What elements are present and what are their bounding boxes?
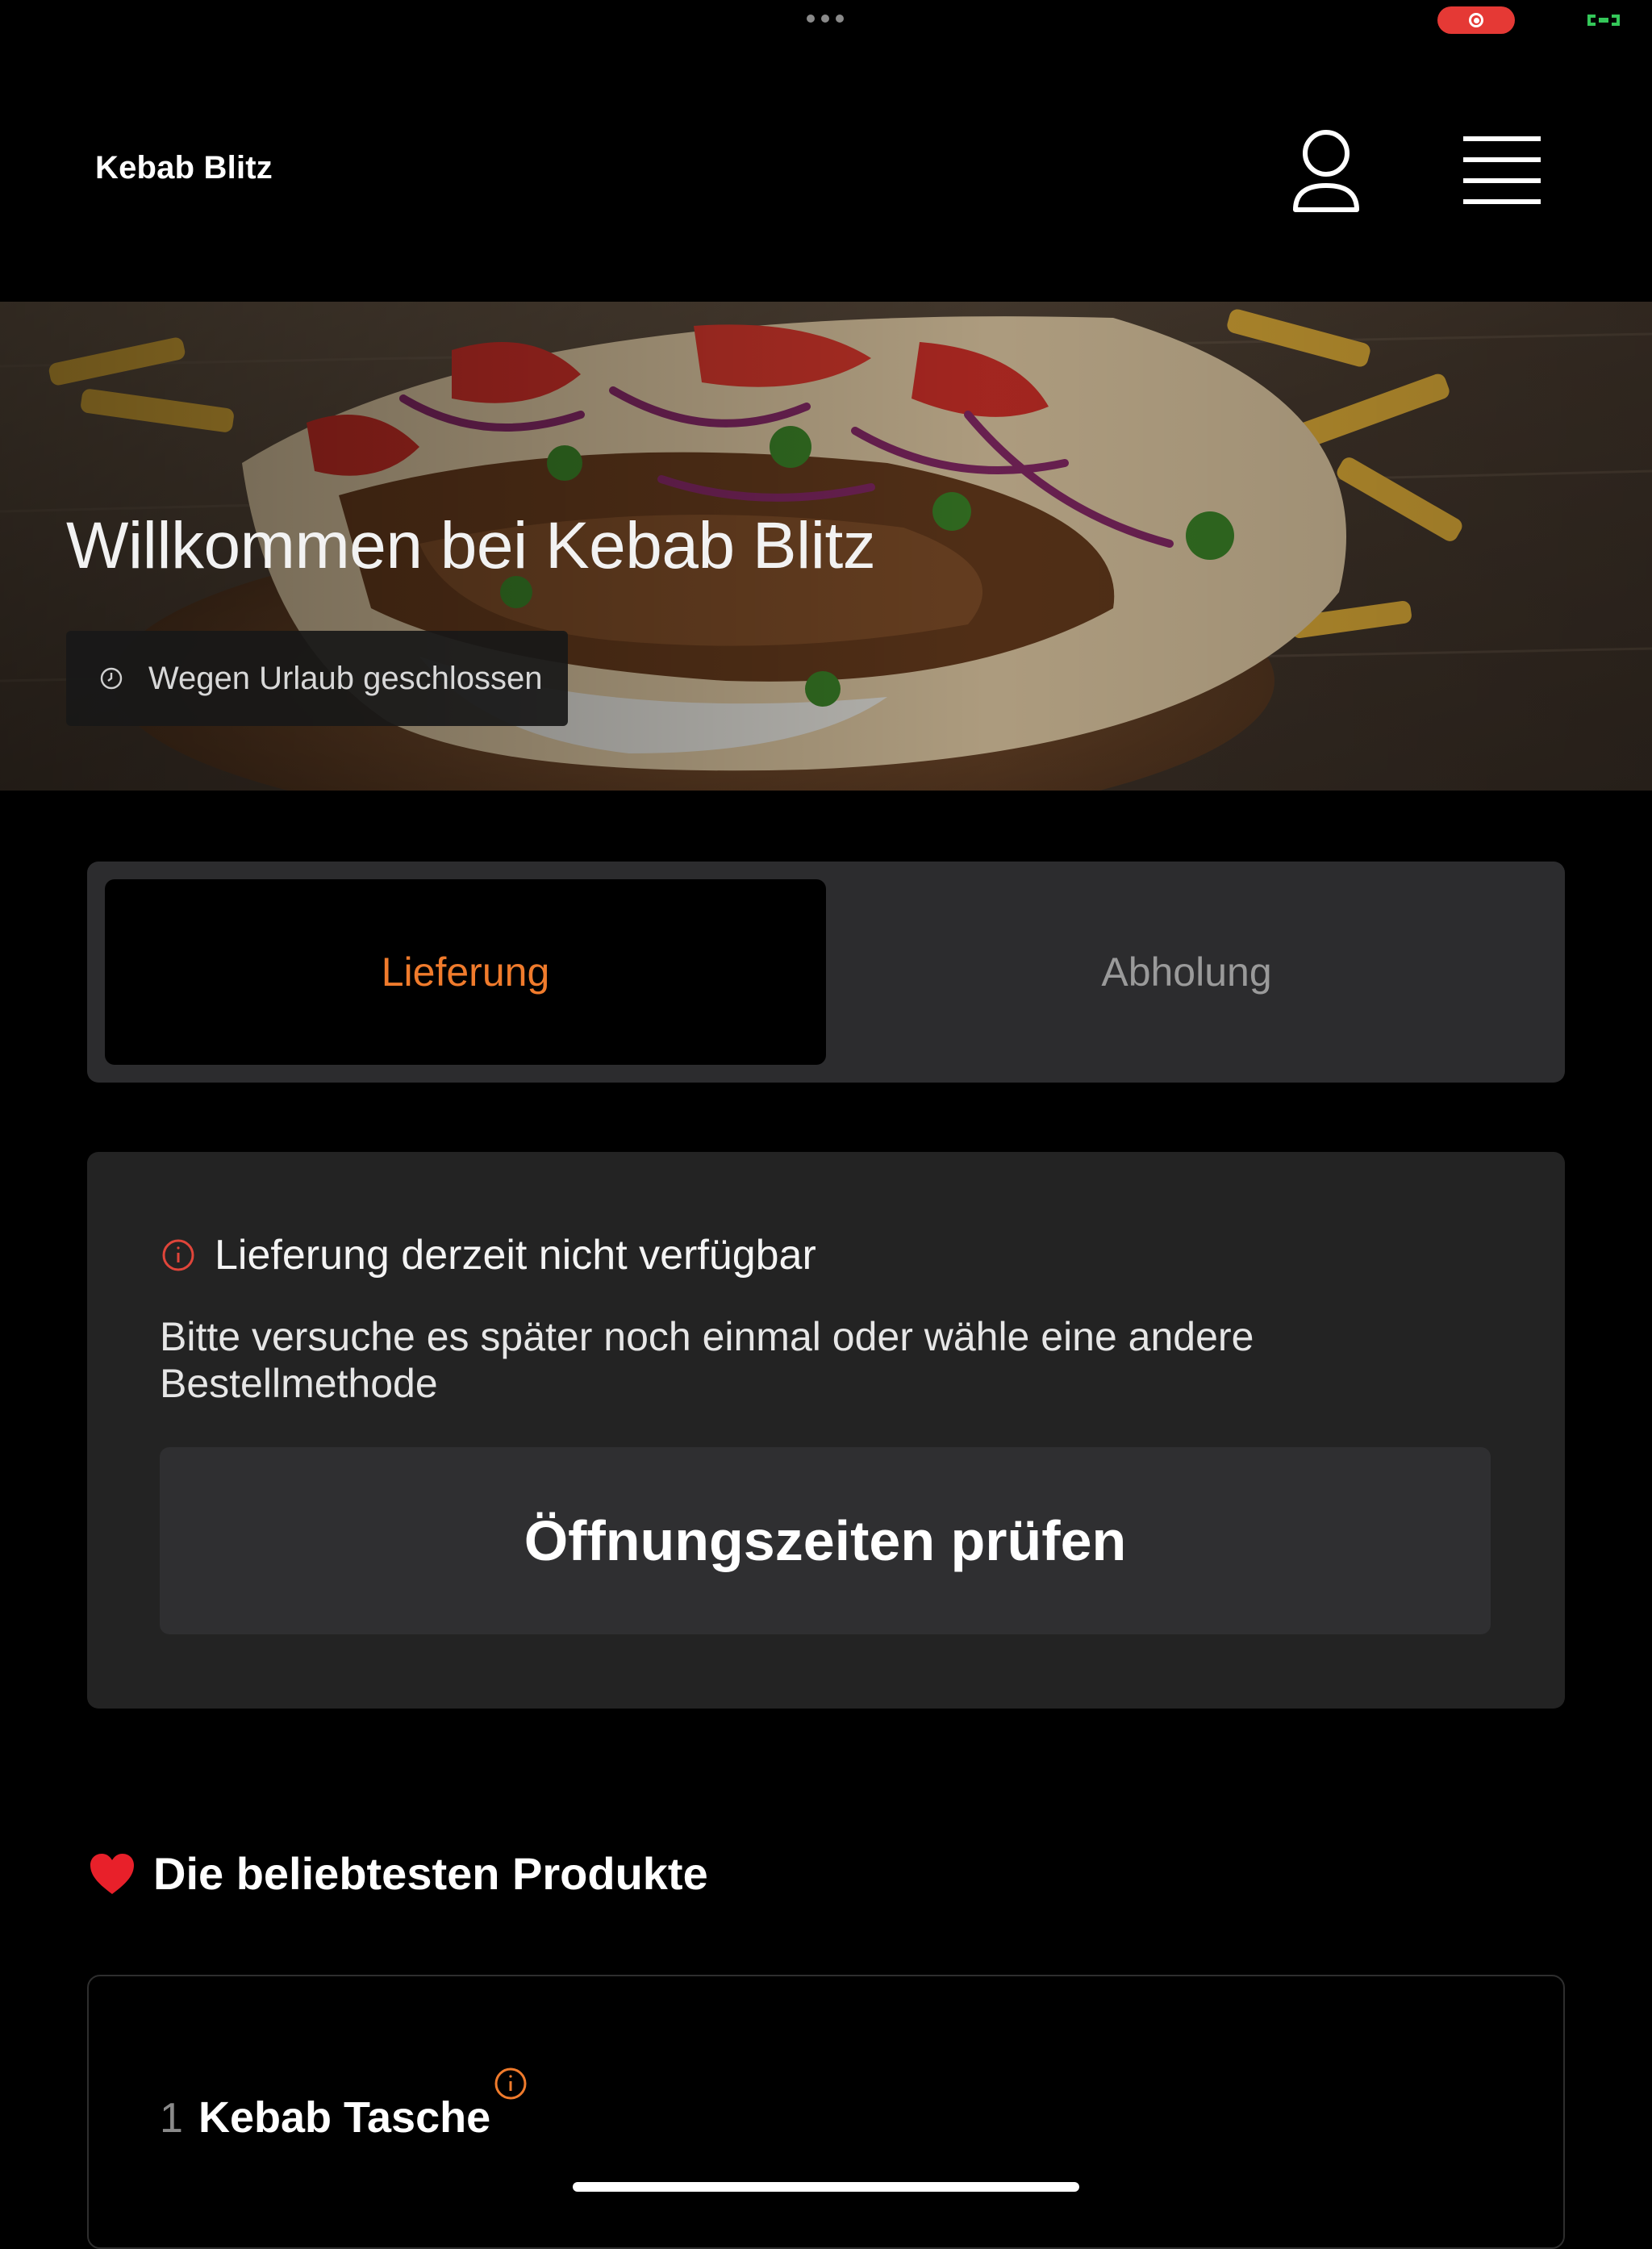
notice-message: Bitte versuche es später noch einmal ode… [160, 1314, 1254, 1406]
product-name[interactable]: Kebab Tasche [198, 2093, 490, 2143]
check-opening-hours-button[interactable]: Öffnungszeiten prüfen [160, 1447, 1491, 1634]
closed-status-badge: Wegen Urlaub geschlossen [66, 631, 568, 726]
notice-header: Lieferung derzeit nicht verfügbar [161, 1231, 816, 1279]
order-mode-switch: Lieferung Abholung [87, 862, 1565, 1083]
home-indicator[interactable] [573, 2182, 1079, 2192]
heart-icon [90, 1853, 134, 1894]
hamburger-menu-icon[interactable] [1462, 136, 1542, 205]
popular-products-heading: Die beliebtesten Produkte [89, 1847, 708, 1900]
notice-title: Lieferung derzeit nicht verfügbar [215, 1232, 816, 1279]
screen-record-icon[interactable] [1437, 6, 1515, 34]
tab-pickup[interactable]: Abholung [826, 879, 1547, 1065]
tab-delivery[interactable]: Lieferung [105, 879, 826, 1065]
more-dots-icon[interactable] [807, 15, 844, 24]
clock-icon [100, 667, 123, 690]
product-info-icon[interactable] [494, 2067, 528, 2101]
closed-status-text: Wegen Urlaub geschlossen [148, 660, 543, 696]
welcome-title: Willkommen bei Kebab Blitz [66, 509, 876, 582]
user-icon[interactable] [1291, 126, 1362, 216]
brand-title[interactable]: Kebab Blitz [95, 150, 273, 186]
battery-icon [1587, 15, 1620, 26]
popular-products-title: Die beliebtesten Produkte [153, 1848, 708, 1899]
info-icon [162, 1239, 194, 1271]
product-rank: 1 [160, 2095, 183, 2142]
